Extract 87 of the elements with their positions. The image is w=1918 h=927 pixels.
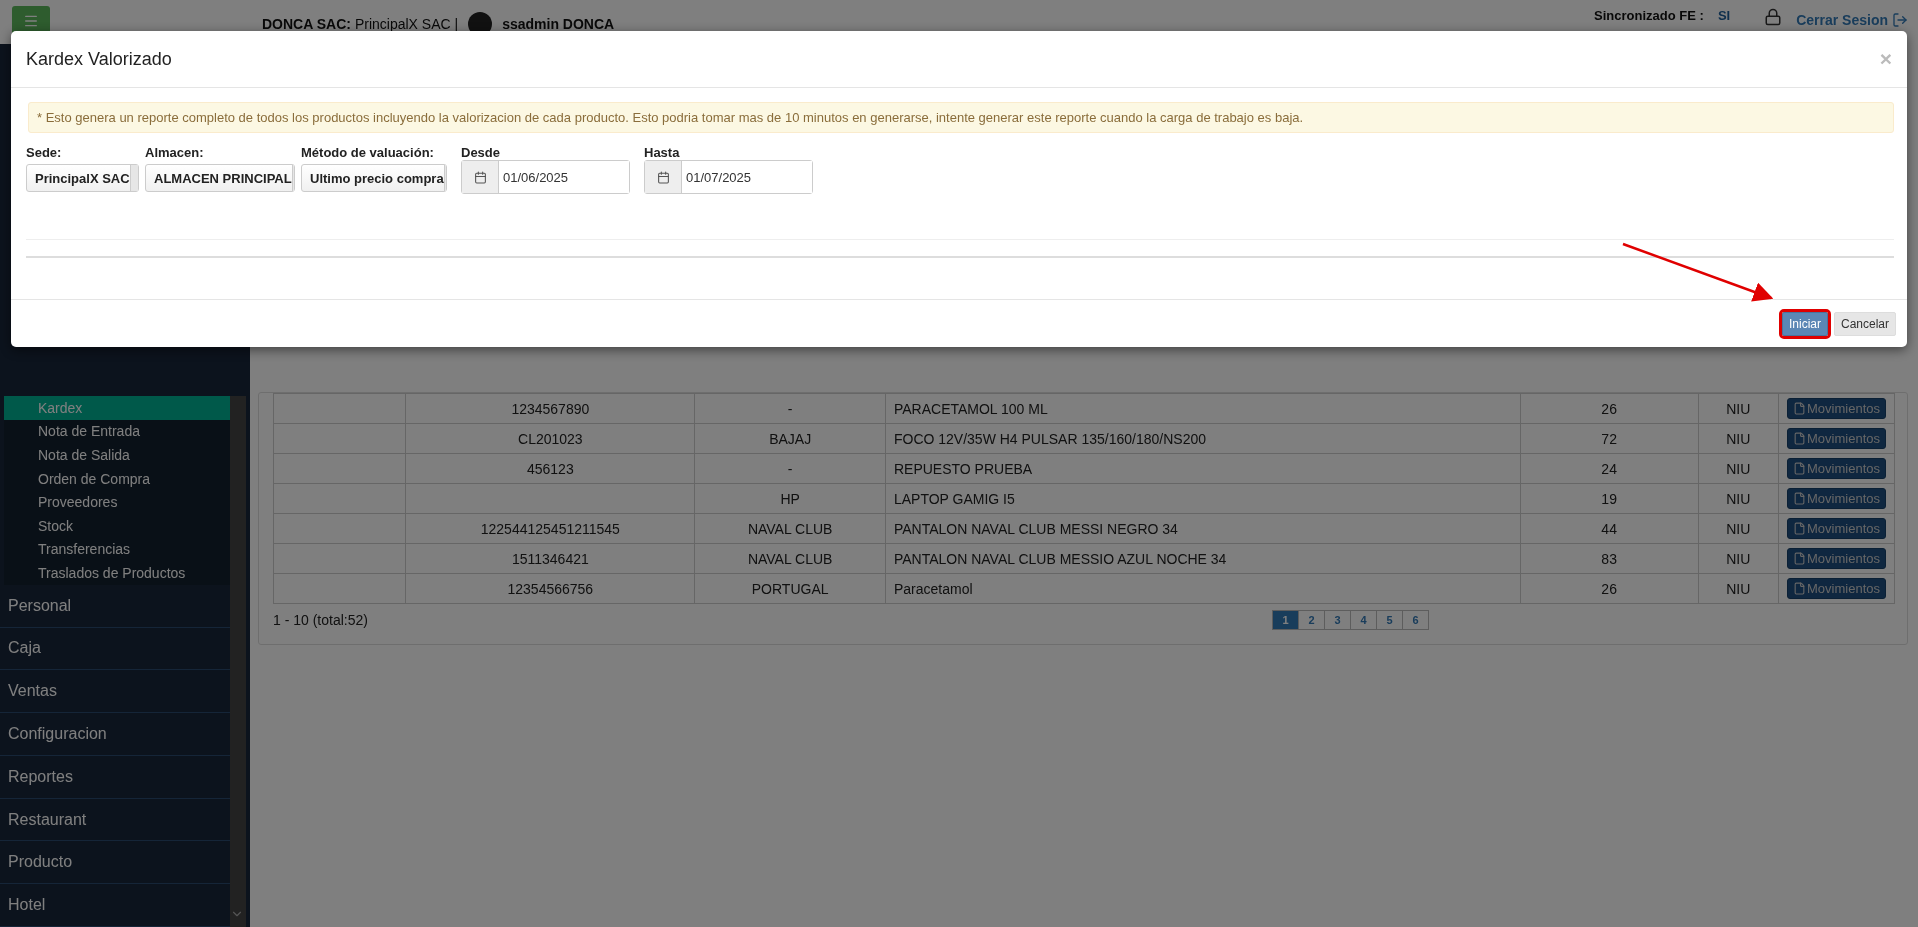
file-icon (1793, 462, 1806, 475)
table-cell: 456123 (405, 453, 695, 484)
table-cell: 83 (1520, 543, 1699, 574)
select-field[interactable]: Ultimo precio compra (301, 164, 447, 192)
table-cell: 26 (1520, 573, 1699, 604)
table-cell: 12354566756 (405, 573, 695, 604)
submenu-item[interactable]: Orden de Compra (4, 466, 230, 491)
menu-icon (23, 13, 39, 29)
table-cell: NIU (1698, 453, 1779, 484)
page-link[interactable]: 5 (1376, 610, 1403, 630)
table-cell: 1234567890 (405, 393, 695, 424)
table-cell: NIU (1698, 423, 1779, 454)
field-label: Hasta (644, 145, 681, 160)
scrollbar[interactable] (230, 396, 246, 927)
page-link[interactable]: 1 (1272, 610, 1299, 630)
warning-notice: * Esto genera un reporte completo de todos los productos incluyendo la valorizacion de cada producto. Esto podria tomar mas de 10 minutos en generarse, intente generar este reporte cuando la carga de trabajo es baja. (28, 102, 1894, 133)
page-link[interactable]: 2 (1298, 610, 1325, 630)
calendar-icon (473, 170, 487, 184)
table-cell: 24 (1520, 453, 1699, 484)
table-cell: HP (694, 483, 886, 514)
field-label: Sede: (26, 145, 63, 160)
logout-link[interactable]: Cerrar Sesion (1796, 12, 1908, 28)
movements-button[interactable]: Movimientos (1787, 488, 1886, 509)
table-cell: NIU (1698, 513, 1779, 544)
table-cell: NIU (1698, 393, 1779, 424)
file-icon (1793, 402, 1806, 415)
file-icon (1793, 432, 1806, 445)
table-cell: - (694, 453, 886, 484)
table-cell: CL201023 (405, 423, 695, 454)
table-cell: LAPTOP GAMIG I5 (885, 483, 1521, 514)
table-cell: PANTALON NAVAL CLUB MESSI NEGRO 34 (885, 513, 1521, 544)
submenu-item[interactable]: Proveedores (4, 490, 230, 514)
table-cell: 122544125451211545 (405, 513, 695, 544)
table-cell: FOCO 12V/35W H4 PULSAR 135/160/180/NS200 (885, 423, 1521, 454)
start-button[interactable]: Iniciar (1781, 312, 1828, 336)
file-icon (1793, 582, 1806, 595)
movements-button[interactable]: Movimientos (1787, 518, 1886, 539)
lock-icon[interactable] (1764, 8, 1783, 26)
table-cell: NIU (1698, 543, 1779, 574)
movements-button[interactable]: Movimientos (1787, 548, 1886, 569)
file-icon (1793, 492, 1806, 505)
pagination-summary: 1 - 10 (total:52) (273, 612, 369, 628)
user-name: ssadmin DONCA (502, 16, 615, 32)
submenu-item[interactable]: Stock (4, 513, 230, 538)
table-cell: 72 (1520, 423, 1699, 454)
table-cell: NIU (1698, 483, 1779, 514)
sync-value: SI (1717, 8, 1731, 23)
table-cell: 44 (1520, 513, 1699, 544)
table-cell: BAJAJ (694, 423, 886, 454)
date-field[interactable]: 01/06/2025 (461, 160, 630, 194)
field-label: Método de valuación: (301, 145, 435, 160)
file-icon (1793, 552, 1806, 565)
table-cell: - (694, 393, 886, 424)
movements-button[interactable]: Movimientos (1787, 428, 1886, 449)
page-link[interactable]: 3 (1324, 610, 1351, 630)
table-cell: 19 (1520, 483, 1699, 514)
file-icon (1793, 522, 1806, 535)
logout-icon (1892, 12, 1908, 28)
movements-button[interactable]: Movimientos (1787, 398, 1886, 419)
date-field[interactable]: 01/07/2025 (644, 160, 813, 194)
submenu-item[interactable]: Traslados de Productos (4, 561, 230, 585)
calendar-icon (656, 170, 670, 184)
table-cell: REPUESTO PRUEBA (885, 453, 1521, 484)
movements-button[interactable]: Movimientos (1787, 458, 1886, 479)
table-cell: PORTUGAL (694, 573, 886, 604)
table-cell: NIU (1698, 573, 1779, 604)
modal-title: Kardex Valorizado (26, 48, 172, 70)
cancel-button[interactable]: Cancelar (1833, 312, 1896, 336)
select-field[interactable]: ALMACEN PRINCIPAL (145, 164, 295, 192)
table-cell: PANTALON NAVAL CLUB MESSIO AZUL NOCHE 34 (885, 543, 1521, 574)
select-field[interactable]: PrincipalX SAC (26, 164, 139, 192)
submenu-item[interactable]: Transferencias (4, 537, 230, 562)
table-cell: 1511346421 (405, 543, 695, 574)
page-link[interactable]: 4 (1350, 610, 1377, 630)
table-cell: Paracetamol (885, 573, 1521, 604)
table-cell: NAVAL CLUB (694, 513, 886, 544)
table-cell: NAVAL CLUB (694, 543, 886, 574)
table-cell: 26 (1520, 393, 1699, 424)
sync-label: Sincronizado FE : (1594, 8, 1704, 23)
submenu-item[interactable]: Nota de Entrada (4, 419, 230, 444)
submenu-item[interactable]: Nota de Salida (4, 443, 230, 467)
page-link[interactable]: 6 (1402, 610, 1429, 630)
table-cell: PARACETAMOL 100 ML (885, 393, 1521, 424)
field-label: Almacen: (145, 145, 205, 160)
field-label: Desde (461, 145, 502, 160)
company-name: DONCA SAC: (262, 16, 351, 32)
movements-button[interactable]: Movimientos (1787, 578, 1886, 599)
